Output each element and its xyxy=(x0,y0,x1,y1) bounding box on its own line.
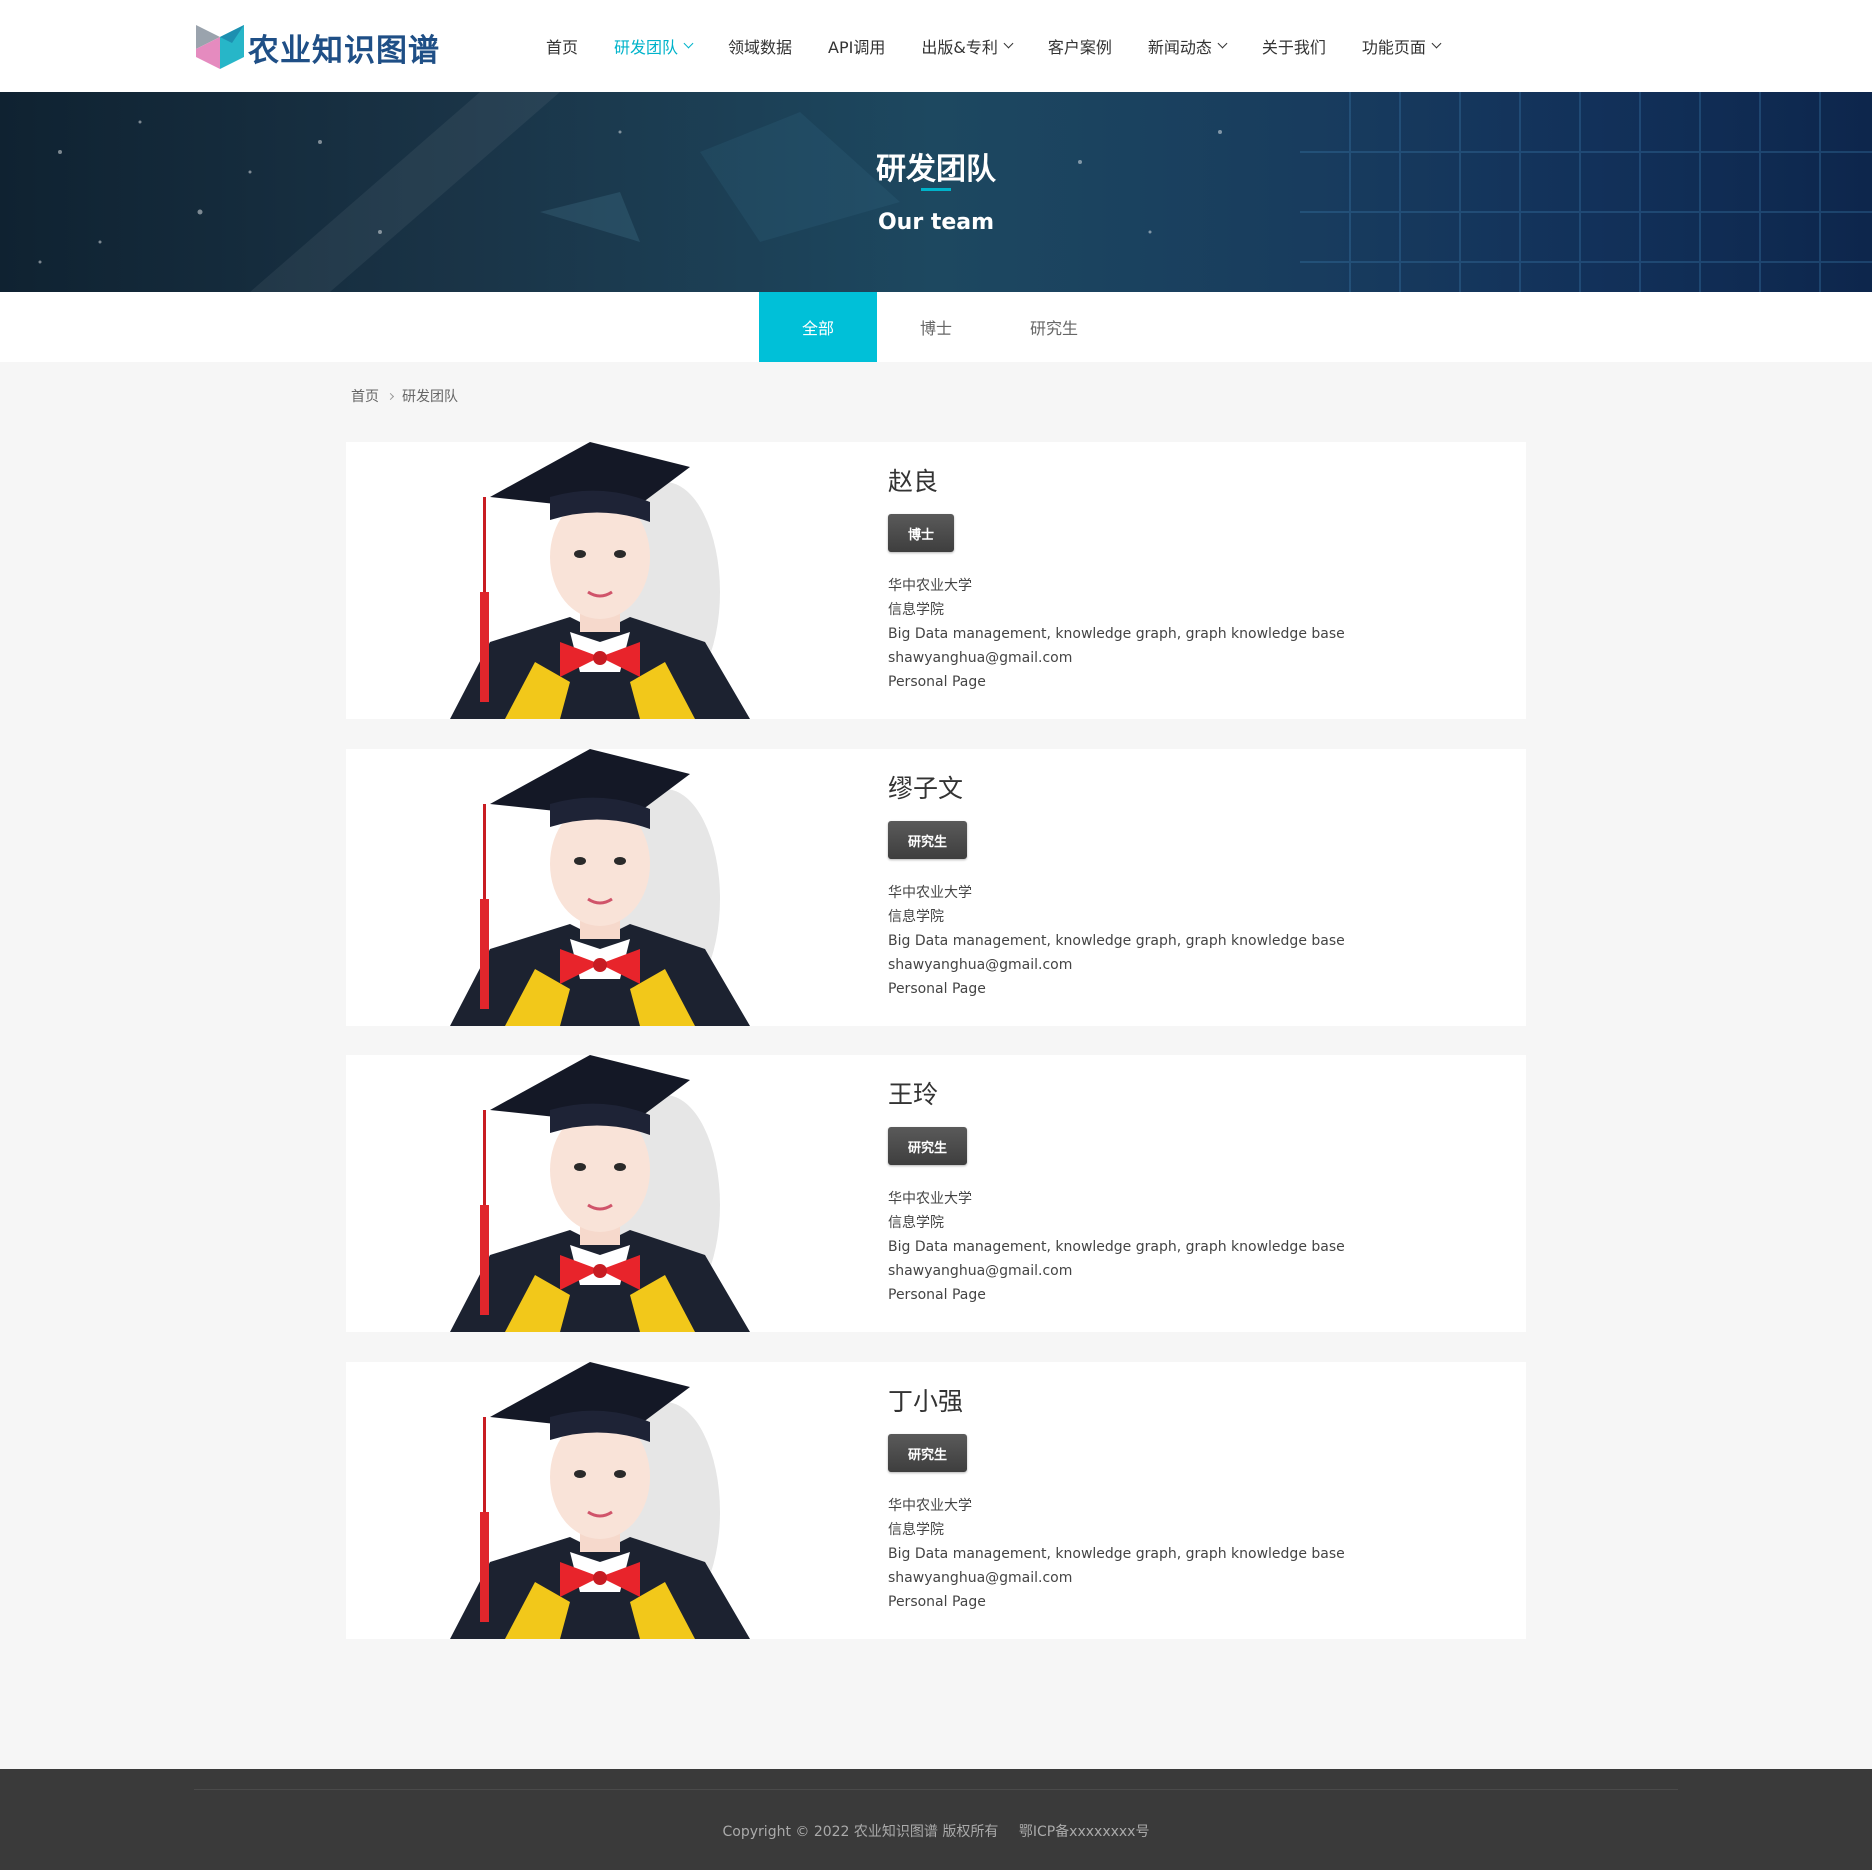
copyright-text: Copyright © 2022 农业知识图谱 版权所有 xyxy=(722,1824,999,1840)
member-photo[interactable] xyxy=(450,442,750,719)
personal-page-link[interactable]: Personal Page xyxy=(888,1590,1345,1614)
main-nav: 首页 研发团队 领域数据 API调用 出版&专利 客户案例 新闻动态 关于我们 … xyxy=(528,0,1458,92)
member-university: 华中农业大学 xyxy=(888,1191,972,1207)
personal-page-link[interactable]: Personal Page xyxy=(888,670,1345,694)
member-college: 信息学院 xyxy=(888,1215,944,1231)
breadcrumb-current: 研发团队 xyxy=(402,389,458,405)
nav-label: 出版&专利 xyxy=(921,38,998,57)
nav-item-domain-data[interactable]: 领域数据 xyxy=(710,34,810,58)
member-card: 王玲 研究生 华中农业大学 信息学院 Big Data management, … xyxy=(346,1055,1526,1332)
nav-label: API调用 xyxy=(828,38,886,57)
member-photo[interactable] xyxy=(450,749,750,1026)
site-logo[interactable]: 农业知识图谱 xyxy=(194,22,440,72)
degree-badge[interactable]: 博士 xyxy=(888,514,955,552)
degree-badge[interactable]: 研究生 xyxy=(888,821,968,859)
chevron-down-icon xyxy=(683,38,694,49)
member-email-link[interactable]: shawyanghua@gmail.com xyxy=(888,953,1345,977)
member-college: 信息学院 xyxy=(888,602,944,618)
member-research: Big Data management, knowledge graph, gr… xyxy=(888,933,1345,949)
member-name: 丁小强 xyxy=(888,1387,964,1416)
member-email-link[interactable]: shawyanghua@gmail.com xyxy=(888,1566,1345,1590)
graduate-portrait-image xyxy=(450,1362,750,1639)
member-research: Big Data management, knowledge graph, gr… xyxy=(888,1546,1345,1562)
tab-phd[interactable]: 博士 xyxy=(877,292,995,362)
nav-item-api[interactable]: API调用 xyxy=(810,34,903,58)
member-name: 王玲 xyxy=(888,1080,939,1109)
nav-item-team[interactable]: 研发团队 xyxy=(596,34,710,58)
breadcrumb-home[interactable]: 首页 xyxy=(351,386,379,406)
nav-item-features[interactable]: 功能页面 xyxy=(1344,34,1458,58)
nav-label: 新闻动态 xyxy=(1147,38,1212,57)
nav-item-publications[interactable]: 出版&专利 xyxy=(903,34,1029,58)
member-email-link[interactable]: shawyanghua@gmail.com xyxy=(888,646,1345,670)
member-info: 华中农业大学 信息学院 Big Data management, knowled… xyxy=(888,1187,1345,1307)
chevron-down-icon xyxy=(1217,38,1228,49)
nav-item-cases[interactable]: 客户案例 xyxy=(1030,34,1130,58)
page-banner: 研发团队 Our team xyxy=(0,92,1872,292)
tab-all[interactable]: 全部 xyxy=(759,292,877,362)
logo-icon xyxy=(196,25,244,69)
member-university: 华中农业大学 xyxy=(888,578,972,594)
breadcrumb: 首页 研发团队 xyxy=(351,386,458,406)
nav-item-about[interactable]: 关于我们 xyxy=(1244,34,1344,58)
member-photo[interactable] xyxy=(450,1362,750,1639)
nav-label: 领域数据 xyxy=(728,38,793,57)
member-university: 华中农业大学 xyxy=(888,1498,972,1514)
graduate-portrait-image xyxy=(450,749,750,1026)
personal-page-link[interactable]: Personal Page xyxy=(888,1283,1345,1307)
degree-badge[interactable]: 研究生 xyxy=(888,1434,968,1472)
member-university: 华中农业大学 xyxy=(888,885,972,901)
nav-label: 研发团队 xyxy=(614,38,679,57)
tab-graduate[interactable]: 研究生 xyxy=(995,292,1113,362)
banner-subtitle: Our team xyxy=(877,210,995,235)
member-info: 华中农业大学 信息学院 Big Data management, knowled… xyxy=(888,1494,1345,1614)
member-name: 缪子文 xyxy=(888,774,964,803)
graduate-portrait-image xyxy=(450,1055,750,1332)
member-email-link[interactable]: shawyanghua@gmail.com xyxy=(888,1259,1345,1283)
personal-page-link[interactable]: Personal Page xyxy=(888,977,1345,1001)
logo-text: 农业知识图谱 xyxy=(248,32,440,69)
chevron-down-icon xyxy=(1003,38,1014,49)
member-card: 缪子文 研究生 华中农业大学 信息学院 Big Data management,… xyxy=(346,749,1526,1026)
footer-divider xyxy=(194,1789,1678,1790)
chevron-right-icon xyxy=(386,392,395,400)
member-research: Big Data management, knowledge graph, gr… xyxy=(888,626,1345,642)
site-header: 农业知识图谱 首页 研发团队 领域数据 API调用 出版&专利 客户案例 新闻动… xyxy=(0,0,1872,92)
nav-label: 关于我们 xyxy=(1261,38,1326,57)
member-research: Big Data management, knowledge graph, gr… xyxy=(888,1239,1345,1255)
nav-label: 首页 xyxy=(546,38,579,57)
icp-link[interactable]: 鄂ICP备xxxxxxxx号 xyxy=(1019,1824,1150,1840)
nav-label: 客户案例 xyxy=(1047,38,1112,57)
nav-item-home[interactable]: 首页 xyxy=(528,34,596,58)
degree-badge[interactable]: 研究生 xyxy=(888,1127,968,1165)
member-college: 信息学院 xyxy=(888,1522,944,1538)
filter-tabs: 全部 博士 研究生 xyxy=(0,292,1872,362)
member-info: 华中农业大学 信息学院 Big Data management, knowled… xyxy=(888,574,1345,694)
banner-title: 研发团队 xyxy=(876,152,996,187)
nav-item-news[interactable]: 新闻动态 xyxy=(1130,34,1244,58)
member-college: 信息学院 xyxy=(888,909,944,925)
member-name: 赵良 xyxy=(888,467,939,496)
chevron-down-icon xyxy=(1431,38,1442,49)
member-card: 赵良 博士 华中农业大学 信息学院 Big Data management, k… xyxy=(346,442,1526,719)
graduate-portrait-image xyxy=(450,442,750,719)
nav-label: 功能页面 xyxy=(1361,38,1426,57)
member-info: 华中农业大学 信息学院 Big Data management, knowled… xyxy=(888,881,1345,1001)
banner-background-graphic xyxy=(38,92,1872,292)
banner-divider xyxy=(921,188,951,191)
site-footer: Copyright © 2022 农业知识图谱 版权所有 鄂ICP备xxxxxx… xyxy=(0,1769,1872,1870)
footer-text: Copyright © 2022 农业知识图谱 版权所有 鄂ICP备xxxxxx… xyxy=(0,1821,1872,1841)
member-card: 丁小强 研究生 华中农业大学 信息学院 Big Data management,… xyxy=(346,1362,1526,1639)
member-photo[interactable] xyxy=(450,1055,750,1332)
